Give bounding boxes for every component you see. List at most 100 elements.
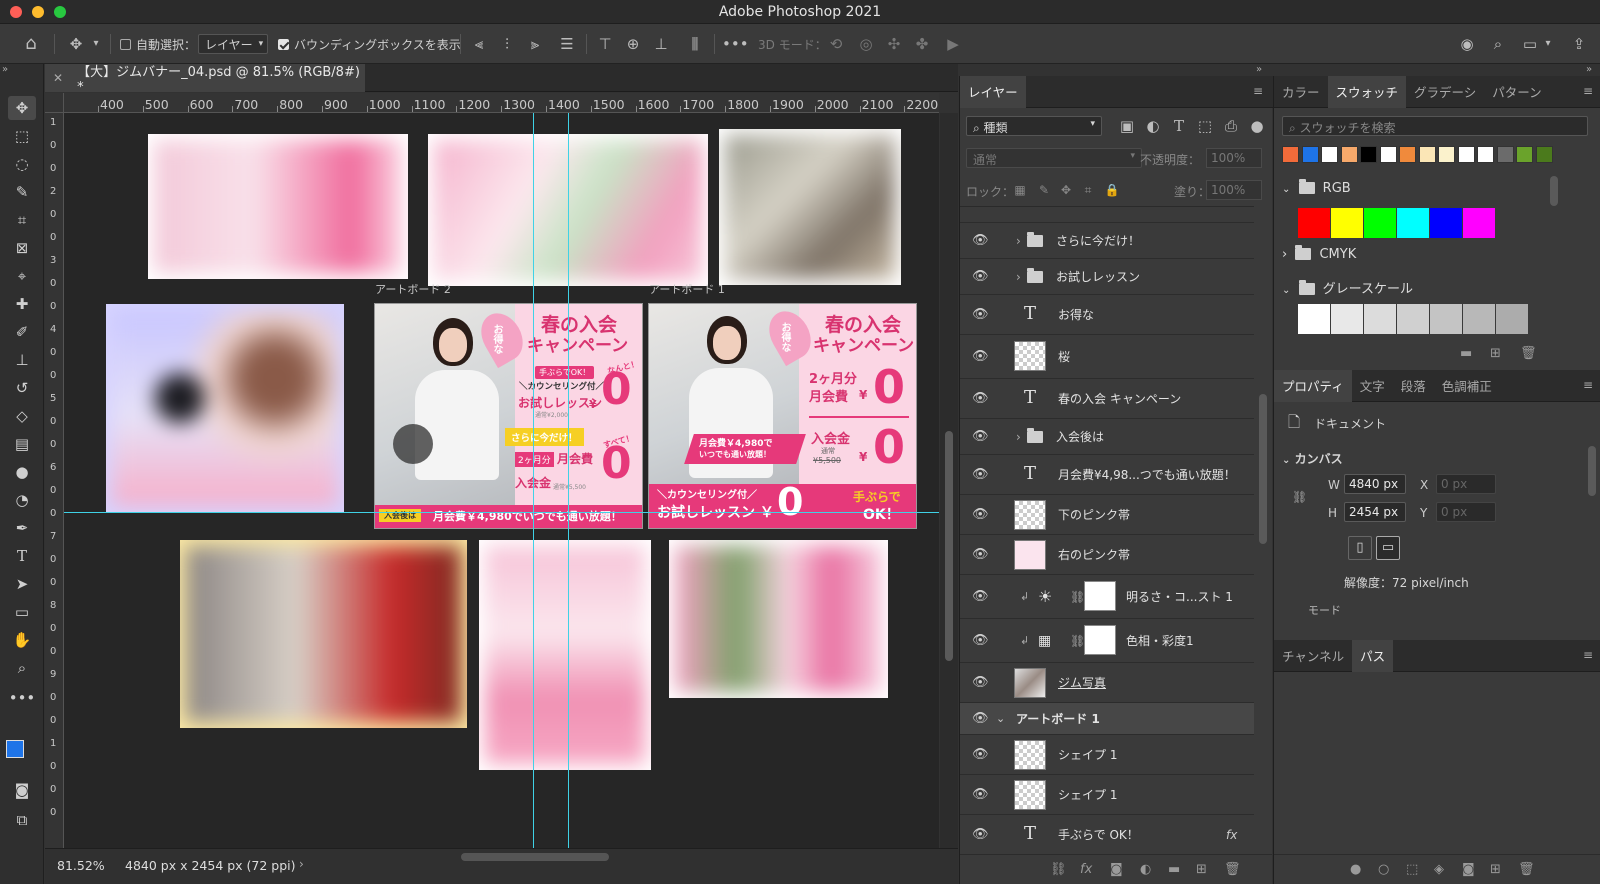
swatch[interactable] [1516, 146, 1533, 163]
swatch[interactable] [1496, 304, 1528, 334]
guide-vertical[interactable] [533, 113, 534, 848]
chevron-right-icon[interactable]: › [1016, 430, 1021, 444]
blend-mode-select[interactable]: 通常 ▾ [966, 148, 1142, 168]
layer-row[interactable]: 👁 T 月会費¥4,98...つでも通い放題！ [960, 455, 1254, 495]
swatch-group-grayscale[interactable]: ⌄ グレースケール [1282, 278, 1413, 297]
eyedropper-tool-icon[interactable]: ⌖ [8, 264, 36, 288]
layer-row[interactable]: 👁 桜 [960, 335, 1254, 379]
new-adjustment-icon[interactable]: ◐ [1140, 862, 1151, 877]
3d-drag-icon[interactable]: ✣ [884, 34, 904, 54]
home-icon[interactable]: ⌂ [20, 34, 42, 54]
layer-row[interactable]: 👁 T 春の入会 キャンペーン [960, 379, 1254, 419]
eraser-tool-icon[interactable]: ◇ [8, 404, 36, 428]
filter-smart-icon[interactable]: ⎙ [1222, 116, 1240, 136]
workspace-chevron-icon[interactable]: ▾ [1542, 34, 1554, 54]
mask-thumbnail[interactable] [1084, 625, 1116, 655]
align-center-icon[interactable]: ⫶ [498, 34, 516, 54]
frame-tool-icon[interactable]: ⊠ [8, 236, 36, 260]
chevron-down-icon[interactable]: ⌄ [996, 712, 1005, 725]
chevron-right-icon[interactable]: › [1016, 234, 1021, 248]
filter-adjust-icon[interactable]: ◐ [1144, 116, 1162, 136]
eye-icon[interactable]: 👁 [972, 547, 989, 562]
panel-menu-icon[interactable]: ≡ [1253, 84, 1263, 98]
zoom-level[interactable]: 81.52% [57, 858, 105, 873]
scroll-thumb[interactable] [945, 431, 953, 661]
3d-camera-icon[interactable]: ▶ [942, 34, 964, 54]
dodge-tool-icon[interactable]: ◔ [8, 488, 36, 512]
align-right-icon[interactable]: ⫸ [526, 34, 544, 54]
lock-position-icon[interactable]: ✥ [1058, 180, 1074, 200]
layer-row[interactable]: 👁 T 手ぶらで OK！ fx [960, 815, 1254, 854]
swatch[interactable] [1340, 146, 1358, 163]
tab-swatches[interactable]: スウォッチ [1327, 75, 1407, 108]
tab-paths[interactable]: パス [1352, 639, 1394, 672]
eye-icon[interactable]: 👁 [972, 787, 989, 802]
make-path-icon[interactable]: ◈ [1434, 862, 1444, 877]
distribute-icon[interactable]: ☰ [558, 34, 576, 54]
screen-mode-icon[interactable]: ⧉ [8, 808, 36, 832]
auto-select-checkbox[interactable]: 自動選択： [120, 34, 196, 54]
eye-icon[interactable]: 👁 [972, 307, 989, 322]
learn-icon[interactable]: ◉ [1456, 34, 1478, 54]
x-field[interactable]: 0 px [1436, 474, 1496, 494]
link-dimensions-icon[interactable]: ⛓ [1292, 490, 1307, 504]
vertical-scrollbar[interactable] [940, 113, 958, 848]
more-options-icon[interactable]: ••• [722, 34, 749, 54]
layer-row[interactable]: 👁 › 入会後は [960, 419, 1254, 455]
layer-row[interactable]: 👁 シェイプ 1 [960, 735, 1254, 775]
quick-select-tool-icon[interactable]: ✎ [8, 180, 36, 204]
filter-toggle-icon[interactable]: ● [1248, 116, 1266, 136]
collapse-panel-icon[interactable]: » [1586, 64, 1592, 75]
tab-color[interactable]: カラー [1274, 76, 1328, 108]
layer-row[interactable]: 👁 ジム写真 [960, 663, 1254, 703]
add-style-icon[interactable]: fx [1080, 862, 1092, 877]
swatch[interactable] [1298, 304, 1330, 334]
zoom-tool-icon[interactable]: ⌕ [8, 656, 36, 680]
layer-filter-select[interactable]: ⌕ 種類 ▾ [966, 116, 1102, 136]
swatch-group-cmyk[interactable]: › CMYK [1282, 245, 1356, 262]
swatch[interactable] [1364, 208, 1396, 238]
swatch[interactable] [1379, 146, 1397, 163]
eye-icon[interactable]: 👁 [972, 675, 989, 690]
filter-type-icon[interactable]: T [1170, 116, 1188, 136]
tab-layers[interactable]: レイヤー [960, 75, 1026, 108]
artboard-row[interactable]: 👁 ⌄ アートボード 1 [960, 703, 1254, 735]
y-field[interactable]: 0 px [1436, 502, 1496, 522]
healing-brush-tool-icon[interactable]: ✚ [8, 292, 36, 316]
panel-menu-icon[interactable]: ≡ [1583, 378, 1593, 392]
width-field[interactable]: 4840 px [1344, 474, 1406, 494]
eye-icon[interactable]: 👁 [972, 507, 989, 522]
swatch[interactable] [1397, 208, 1429, 238]
blur-tool-icon[interactable]: ● [8, 460, 36, 484]
delete-swatch-icon[interactable]: 🗑 [1520, 346, 1537, 361]
layer-row[interactable]: 👁 ↲ ▦ ⛓ 色相・彩度1 [960, 619, 1254, 663]
swatch[interactable] [1535, 146, 1553, 163]
artboard-1-label[interactable]: アートボード 1 [649, 281, 725, 297]
foreground-color-swatch[interactable] [6, 740, 24, 758]
hand-tool-icon[interactable]: ✋ [8, 628, 36, 652]
swatch[interactable] [1399, 146, 1416, 163]
canvas-area[interactable]: アートボード 2 アートボード 1 お得な 春の入会 キャンペーン 手ぶらでOK… [64, 113, 939, 848]
scroll-thumb[interactable] [1259, 394, 1267, 544]
artboard-2-banner[interactable]: お得な 春の入会 キャンペーン 手ぶらでOK！ ＼カウンセリング付／ お試しレッ… [374, 303, 643, 529]
fill-field[interactable]: 100% [1206, 180, 1262, 200]
swatch[interactable] [1301, 146, 1319, 163]
stamp-tool-icon[interactable]: ⊥ [8, 348, 36, 372]
layer-row[interactable]: 👁 › さらに今だけ！ [960, 223, 1254, 259]
path-select-tool-icon[interactable]: ➤ [8, 572, 36, 596]
new-layer-icon[interactable]: ⊞ [1196, 862, 1207, 877]
rectangle-tool-icon[interactable]: ▭ [8, 600, 36, 624]
eye-icon[interactable]: 👁 [972, 391, 989, 406]
link-layers-icon[interactable]: ⛓ [1050, 862, 1067, 877]
lock-artboard-icon[interactable]: ⌗ [1080, 180, 1096, 200]
canvas-section[interactable]: ⌄ カンバス [1282, 450, 1343, 467]
fill-path-icon[interactable]: ● [1350, 862, 1361, 877]
lock-pixels-icon[interactable]: ▦ [1012, 180, 1028, 200]
swatch[interactable] [1282, 146, 1299, 163]
workspace-icon[interactable]: ▭ [1520, 34, 1540, 54]
eye-icon[interactable]: 👁 [972, 349, 989, 364]
new-group-icon[interactable]: ▬ [1168, 862, 1180, 877]
3d-slide-icon[interactable]: ✤ [912, 34, 932, 54]
history-brush-tool-icon[interactable]: ↺ [8, 376, 36, 400]
quick-mask-icon[interactable]: ◙ [8, 778, 36, 802]
